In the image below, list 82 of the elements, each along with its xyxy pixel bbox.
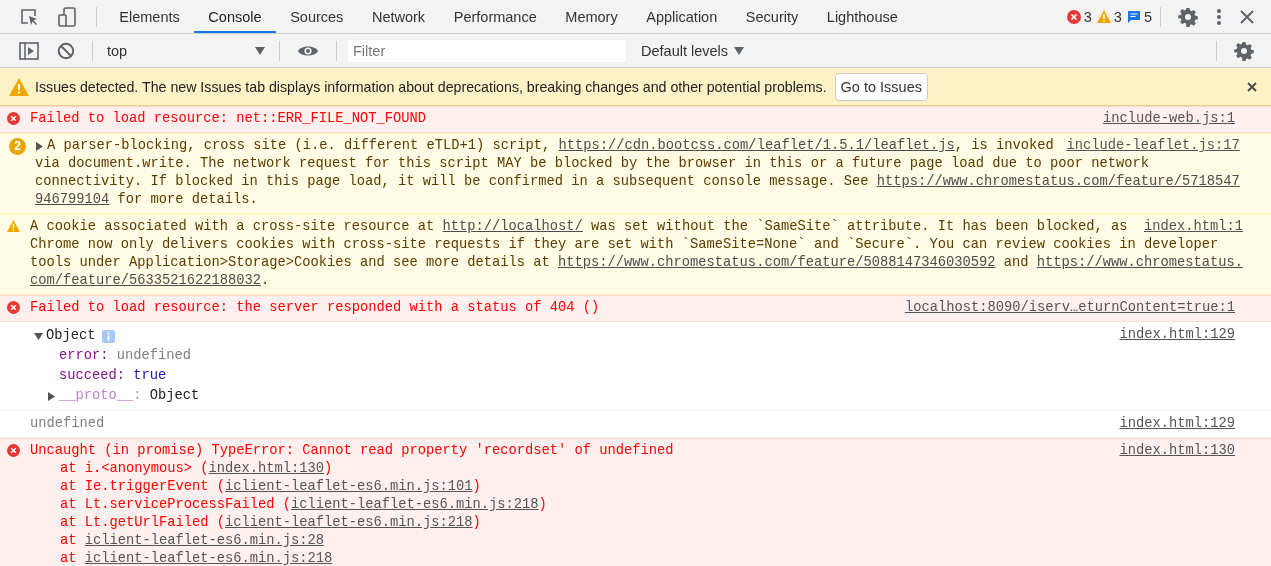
url-link[interactable]: https://cdn.bootcss.com/leaflet/1.5.1/leaflet.js [558,138,955,153]
message-text: A cookie associated with a cross-site resource at http://localhost/ was set without the `SameSite` attribute. It has been blocked, as [30,218,1128,236]
url-link[interactable]: https://www.chromestatus.com/feature/5088147346030592 [558,255,996,270]
filter-field[interactable]: Filter [347,38,627,63]
warning-icon [7,220,20,232]
issue-count[interactable]: 3 [1083,8,1092,25]
device-icon[interactable] [57,5,79,28]
message-text: undefined [30,415,105,433]
message-icon [1126,9,1141,24]
expand-triangle-icon[interactable] [34,331,43,341]
expand-triangle-icon[interactable] [47,391,56,401]
url-link[interactable]: index.html:130 [208,461,325,476]
stack-frame: at Lt.getUrlFailed (iclient-leaflet-es6.min.js:218) [60,514,481,532]
url-link[interactable]: http://localhost/ [442,219,583,234]
clear-console-icon[interactable] [57,41,75,60]
url-link[interactable]: iclient-leaflet-es6.min.js:218 [84,551,333,566]
stack-frame: at Lt.serviceProcessFailed (iclient-leaflet-es6.min.js:218) [60,496,547,514]
settings-icon[interactable] [1178,6,1198,27]
close-icon[interactable] [1247,81,1257,92]
source-link[interactable]: index.html:129 [1119,326,1235,344]
settings-icon[interactable] [1234,40,1254,61]
caret-icon [734,46,745,55]
url-link[interactable]: https://www.chromestatus.com/feature/5718547 [876,174,1240,189]
error-icon [7,301,20,314]
issue-count[interactable]: 5 [1143,8,1152,25]
close-icon[interactable] [1240,9,1254,24]
issue-count[interactable]: 3 [1113,8,1122,25]
error-icon [7,112,20,125]
message-text: Failed to load resource: the server responded with a status of 404 () [30,299,600,317]
source-link[interactable]: include-leaflet.js:17 [1066,137,1240,155]
url-link[interactable]: com/feature/5633521622188032 [30,273,262,288]
banner-message: Issues detected. The new Issues tab displays information about deprecations, breaking changes and other potential problems. [35,78,827,95]
source-link[interactable]: index.html:1 [1143,218,1243,236]
panel-tab[interactable]: Application [632,0,732,33]
message-text: com/feature/5633521622188032. [30,272,270,290]
source-link[interactable]: index.html:130 [1119,442,1235,460]
message-text: Chrome now only delivers cookies with cross-site requests if they are set with `SameSite=None` and `Secure`. You can review cookies in developer [30,236,1219,254]
source-link[interactable]: index.html:129 [1119,415,1235,433]
message-text: A parser-blocking, cross site (i.e. different eTLD+1) script, https://cdn.bootcss.com/leaflet/1.5.1/leaflet.js, is invoked [47,137,1054,155]
context-select[interactable]: top [101,42,271,59]
message-text: via document.write. The network request for this script MAY be blocked by the browser in this or a future page load due to poor network [35,155,1149,173]
panel-tab[interactable]: Sources [275,0,358,33]
error-icon [1066,9,1081,24]
expand-triangle-icon[interactable] [35,141,44,151]
source-link[interactable]: localhost:8090/iserv…eturnContent=true:1 [904,299,1235,317]
message-text: Failed to load resource: net::ERR_FILE_NOT_FOUND [30,110,427,128]
panel-tab[interactable]: Elements [105,0,195,33]
message-text: tools under Application>Storage>Cookies and see more details at https://www.chromestatus.com/feature/5088147346030592 and https://www.chromestatus. [30,254,1243,272]
message-text: connectivity. If blocked in this page load, it will be confirmed in a subsequent console message. See https://www.chromestatus.com/feature/5718547 [35,173,1240,191]
more-options-icon[interactable] [1216,7,1222,26]
repeat-count: 2 [9,138,26,155]
object-label[interactable]: Object [46,327,96,345]
inspect-icon[interactable] [19,6,39,27]
panel-tab[interactable]: Lighthouse [812,0,913,33]
url-link[interactable]: iclient-leaflet-es6.min.js:218 [225,515,473,530]
source-link[interactable]: include-web.js:1 [1102,110,1235,128]
panel-tab[interactable]: Performance [439,0,552,33]
sidebar-toggle-icon[interactable] [19,41,39,60]
object-property: succeed: true [59,367,167,385]
message-text: Uncaught (in promise) TypeError: Cannot read property 'recordset' of undefined [30,442,674,460]
stack-frame: at iclient-leaflet-es6.min.js:218 [60,550,333,566]
object-property: error: undefined [59,347,192,365]
stack-frame: at Ie.triggerEvent (iclient-leaflet-es6.min.js:101) [60,478,481,496]
panel-tab[interactable]: Memory [551,0,632,33]
caret-icon [255,46,265,55]
info-icon [101,329,115,343]
object-property: __proto__: Object [59,387,200,405]
stack-frame: at i.<anonymous> (index.html:130) [60,460,333,478]
panel-tab[interactable]: Network [357,0,440,33]
warning-icon [9,77,29,96]
panel-tab[interactable]: Security [731,0,813,33]
stack-frame: at iclient-leaflet-es6.min.js:28 [60,532,325,550]
url-link[interactable]: 946799104 [35,192,110,207]
url-link[interactable]: https://www.chromestatus. [1036,255,1243,270]
url-link[interactable]: iclient-leaflet-es6.min.js:101 [225,479,473,494]
error-icon [7,444,20,457]
url-link[interactable]: iclient-leaflet-es6.min.js:218 [291,497,539,512]
url-link[interactable]: iclient-leaflet-es6.min.js:28 [84,533,325,548]
go-to-issues-button[interactable]: Go to Issues [834,72,928,101]
message-text: 946799104 for more details. [35,191,258,209]
warning-icon [1096,10,1111,23]
log-levels-dropdown[interactable]: Default levels [635,41,751,60]
